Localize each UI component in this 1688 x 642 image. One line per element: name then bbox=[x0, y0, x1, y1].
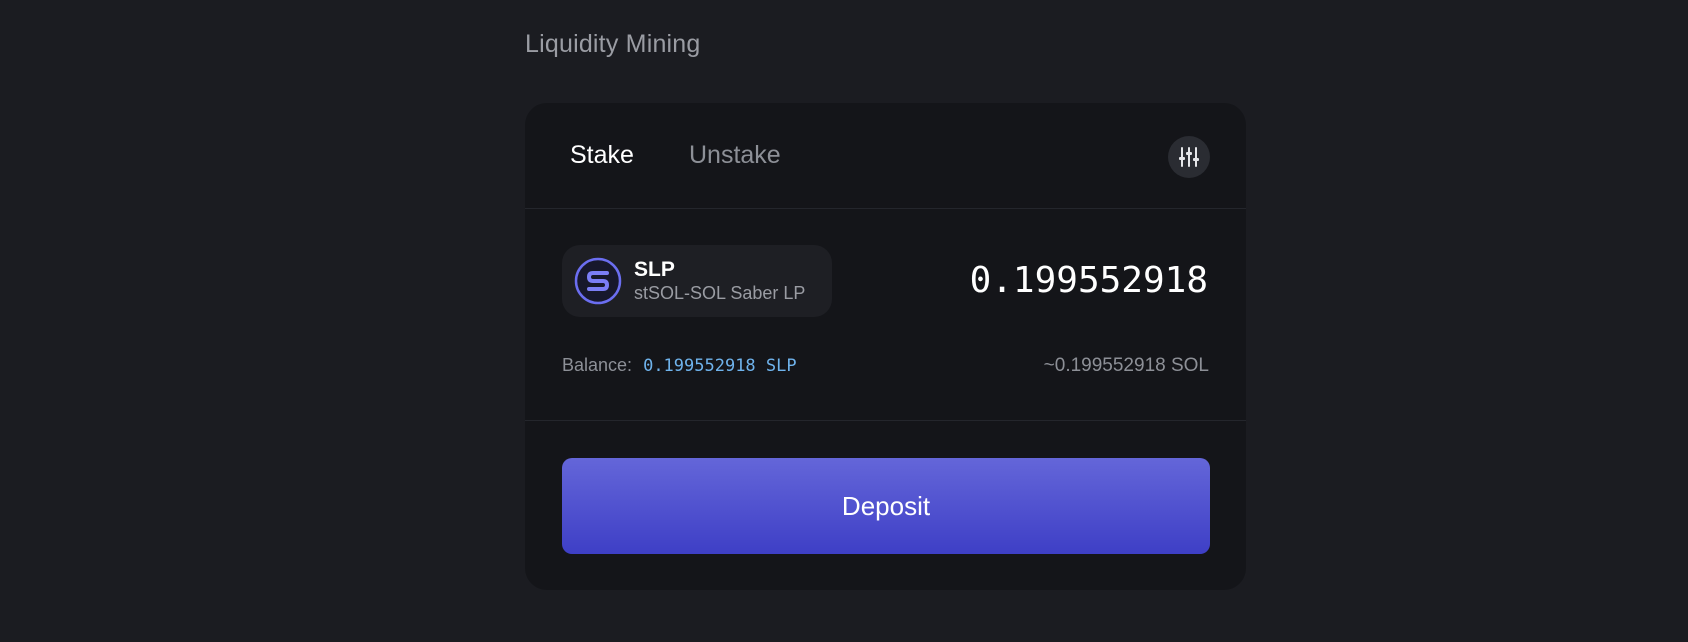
balance-max-link[interactable]: 0.199552918 SLP bbox=[643, 356, 797, 376]
tab-stake[interactable]: Stake bbox=[570, 141, 634, 170]
tab-unstake[interactable]: Unstake bbox=[689, 141, 781, 170]
card-header: Stake Unstake bbox=[525, 103, 1246, 209]
saber-logo-icon bbox=[574, 257, 622, 305]
token-name: stSOL-SOL Saber LP bbox=[634, 283, 806, 303]
balance-row: Balance: 0.199552918 SLP bbox=[562, 355, 797, 376]
input-section: SLP stSOL-SOL Saber LP Balance: 0.199552… bbox=[525, 208, 1246, 421]
stake-card: Stake Unstake SLP stSOL-SOL Saber LP 0.1… bbox=[525, 103, 1246, 590]
sliders-icon bbox=[1179, 147, 1199, 167]
amount-input[interactable] bbox=[878, 252, 1208, 308]
settings-button[interactable] bbox=[1168, 136, 1210, 178]
token-symbol: SLP bbox=[634, 258, 675, 281]
balance-label: Balance: bbox=[562, 355, 633, 375]
sol-equivalent: ~0.199552918 SOL bbox=[1043, 355, 1209, 376]
token-selector[interactable]: SLP stSOL-SOL Saber LP bbox=[562, 245, 832, 317]
page-title: Liquidity Mining bbox=[525, 30, 701, 58]
deposit-button[interactable]: Deposit bbox=[562, 458, 1210, 554]
